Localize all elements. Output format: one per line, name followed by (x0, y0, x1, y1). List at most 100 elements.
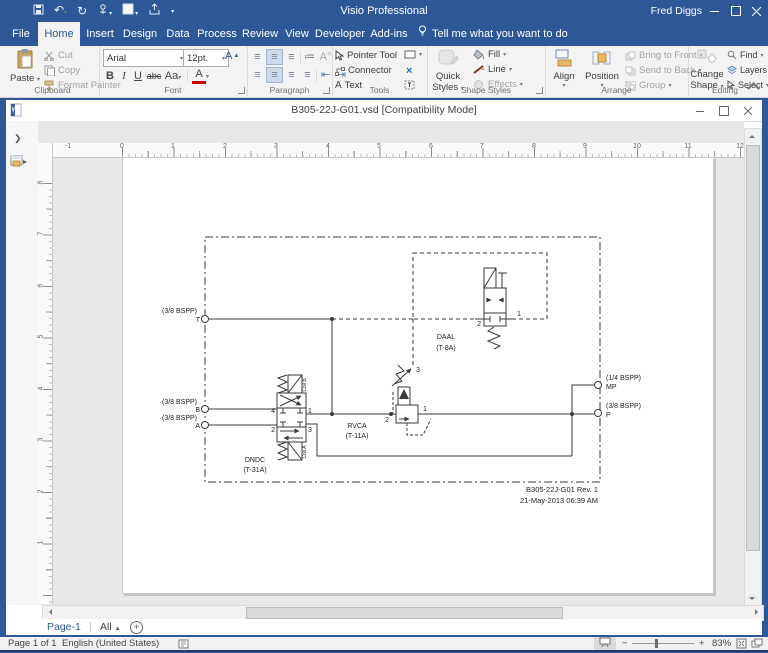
connection-point-button[interactable]: × (406, 65, 412, 77)
ribbon-tab-row: File Home Insert Design Data Process Rev… (0, 22, 768, 46)
font-color-caret[interactable]: ▾ (206, 73, 209, 80)
rvca-spring (393, 364, 405, 385)
tab-insert[interactable]: Insert (82, 22, 118, 46)
minimize-button[interactable] (704, 0, 724, 22)
page-count[interactable]: Page 1 of 1 (8, 637, 57, 650)
hydraulic-schematic[interactable]: (3/8 BSPP) T (3/8 BSPP) B (3/8 BSPP) A (… (122, 157, 712, 592)
change-case-button[interactable]: Aa▾ (163, 70, 183, 82)
align-top-icon[interactable]: ≡ (250, 50, 265, 64)
text-direction-icon[interactable]: A° (318, 50, 333, 64)
bullets-icon[interactable]: ≔ (302, 50, 317, 64)
connector-label: Connector (348, 65, 392, 76)
tell-me-box[interactable]: Tell me what you want to do (418, 22, 618, 46)
tab-addins[interactable]: Add-ins (368, 22, 410, 46)
expand-shapes-arrow-icon[interactable]: ❯ (14, 133, 22, 144)
collapse-ribbon-icon[interactable] (747, 82, 760, 95)
doc-close-button[interactable] (738, 100, 758, 122)
zoom-out-icon[interactable]: − (622, 637, 628, 650)
tab-view[interactable]: View (282, 22, 312, 46)
connector-button[interactable]: Connector (335, 65, 392, 76)
italic-button[interactable]: I (117, 70, 131, 82)
ruler-number: 5 (37, 334, 45, 339)
daal-enclosure[interactable] (412, 252, 548, 320)
tab-data[interactable]: Data (162, 22, 194, 46)
presentation-mode-icon[interactable] (594, 637, 616, 650)
layers-button[interactable]: Layers▾ (727, 65, 768, 75)
zoom-in-icon[interactable]: + (699, 637, 705, 650)
align-left-icon[interactable]: ≡ (250, 68, 265, 82)
port-B[interactable] (201, 405, 209, 413)
ruler-number: 1 (171, 143, 175, 150)
scroll-right-icon[interactable] (749, 606, 763, 618)
language-status[interactable]: English (United States) (62, 637, 159, 650)
rectangle-tool-button[interactable]: ▾ (404, 50, 422, 59)
scroll-left-icon[interactable] (43, 606, 57, 618)
line-button[interactable]: Line ▾ (473, 64, 512, 75)
daal-port-2: 2 (477, 321, 481, 328)
insert-page-icon[interactable]: + (130, 621, 143, 634)
ruler-number: 10 (633, 143, 641, 150)
font-color-button[interactable]: A (192, 68, 206, 84)
zoom-level[interactable]: 83% (712, 637, 731, 650)
port-MP[interactable] (594, 381, 602, 389)
doc-minimize-button[interactable] (690, 100, 710, 122)
position-button[interactable]: Position ▾ (583, 48, 621, 89)
strikethrough-button[interactable]: abc (145, 71, 163, 81)
cut-button[interactable]: Cut (44, 50, 73, 61)
fill-label: Fill (488, 49, 501, 60)
port-A[interactable] (201, 421, 209, 429)
font-size-select[interactable]: 12pt. ▾ (183, 49, 229, 67)
tab-home[interactable]: Home (38, 22, 80, 46)
scroll-up-icon[interactable] (745, 129, 759, 143)
copy-button[interactable]: Copy (44, 65, 80, 76)
close-button[interactable] (746, 0, 766, 22)
ruler-corner (38, 143, 53, 158)
font-family-select[interactable]: Arial ▾ (103, 49, 187, 67)
line-icon (473, 65, 484, 74)
align-button[interactable]: Align ▾ (547, 48, 581, 89)
title-block: B305-22J-G01 Rev. 1 21-May-2013 06:39 AM (520, 485, 598, 505)
manifold-boundary[interactable] (204, 236, 601, 483)
vertical-scroll-thumb[interactable] (746, 145, 760, 551)
ruler-number: 3 (37, 437, 45, 442)
port-B-label: B (195, 407, 200, 414)
ruler-number: 11 (684, 143, 692, 150)
underline-button[interactable]: U (131, 70, 145, 82)
tab-developer[interactable]: Developer (314, 22, 366, 46)
tab-process[interactable]: Process (196, 22, 238, 46)
shapes-panel-icon[interactable] (10, 155, 28, 173)
decrease-indent-icon[interactable]: ⇤ (318, 68, 333, 82)
find-button[interactable]: Find ▾ (727, 50, 764, 60)
horizontal-scroll-thumb[interactable] (246, 607, 563, 619)
ruler-number: -1 (64, 143, 72, 150)
ruler-number: 1 (37, 540, 45, 545)
page-tab-page1[interactable]: Page-1 (47, 619, 81, 635)
tab-file[interactable]: File (6, 22, 36, 46)
doc-maximize-button[interactable] (714, 100, 734, 122)
rvca-valve[interactable]: 3 2 1 RVCA (T-11A) (346, 364, 427, 440)
tab-review[interactable]: Review (240, 22, 280, 46)
fill-button[interactable]: Fill ▾ (473, 49, 506, 60)
zoom-slider-thumb[interactable] (655, 639, 658, 648)
align-center-icon[interactable]: ≡ (266, 67, 283, 83)
paste-button[interactable]: Paste ▾ (10, 48, 40, 84)
rvca-name: RVCA (347, 423, 367, 430)
vertical-scrollbar[interactable] (744, 128, 762, 606)
port-T[interactable] (201, 315, 209, 323)
daal-valve[interactable]: 2 1 DAAL (T-8A) (436, 267, 521, 352)
align-bottom-icon[interactable]: ≡ (284, 50, 299, 64)
horizontal-ruler: -1 0 1 2 3 4 5 6 7 8 9 10 11 12 (52, 143, 744, 158)
bold-button[interactable]: B (103, 70, 117, 82)
grow-font-button[interactable]: A ▲ (225, 50, 239, 62)
pointer-tool-button[interactable]: Pointer Tool (335, 50, 397, 61)
lightbulb-icon (418, 22, 427, 46)
port-P[interactable] (594, 409, 602, 417)
maximize-button[interactable] (726, 0, 746, 22)
dndc-port-4: 4 (271, 408, 275, 415)
justify-icon[interactable]: ≡ (300, 68, 315, 82)
align-right-icon[interactable]: ≡ (284, 68, 299, 82)
scroll-down-icon[interactable] (745, 591, 759, 605)
tab-design[interactable]: Design (120, 22, 160, 46)
align-middle-icon[interactable]: ≡ (266, 49, 283, 65)
zoom-slider-track[interactable] (632, 643, 694, 644)
